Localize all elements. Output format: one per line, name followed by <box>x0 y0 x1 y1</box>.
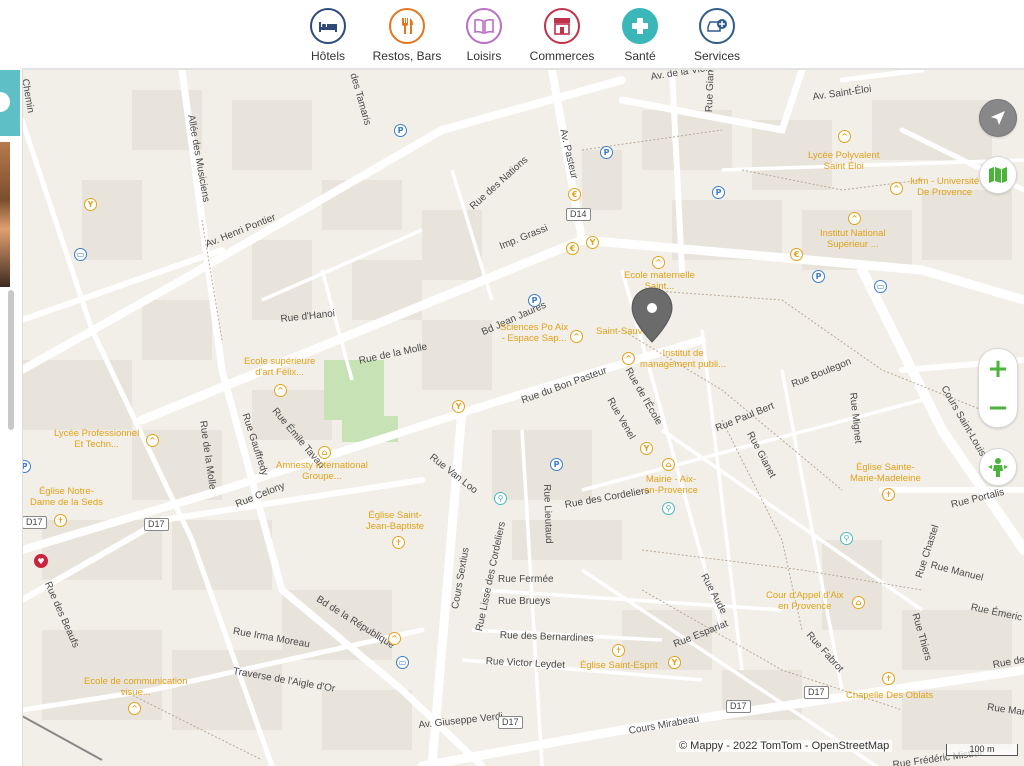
restaurant-icon[interactable]: Y <box>586 236 599 249</box>
parking-icon[interactable]: P <box>528 294 541 307</box>
map-layers-icon <box>989 167 1007 183</box>
road-shield: D17 <box>726 700 751 713</box>
euro-icon[interactable]: € <box>568 188 581 201</box>
poi-label[interactable]: Lycée Polyvalent Saint Éloi <box>808 150 879 172</box>
shop-heart-icon[interactable]: ♥ <box>34 554 48 568</box>
category-label: Services <box>693 49 740 63</box>
map-style-button[interactable] <box>979 156 1017 194</box>
restaurant-icon[interactable]: Y <box>84 198 97 211</box>
location-pin-icon[interactable] <box>628 286 676 348</box>
panel-photo <box>0 142 10 287</box>
road-shield: D14 <box>566 208 591 221</box>
school-icon[interactable]: ^ <box>388 632 401 645</box>
school-icon[interactable]: ^ <box>128 702 141 715</box>
church-icon[interactable]: ✝ <box>54 514 67 527</box>
compass-arrow-icon <box>991 111 1005 125</box>
road-shield: D17 <box>804 686 829 699</box>
school-icon[interactable]: ^ <box>274 384 287 397</box>
parking-icon[interactable]: P <box>550 458 563 471</box>
restaurant-icon[interactable]: Y <box>668 656 681 669</box>
road-shield: D17 <box>144 518 169 531</box>
church-icon[interactable]: ✝ <box>392 536 405 549</box>
fork-knife-icon <box>389 8 425 44</box>
poi-label[interactable]: Ecole supérieure d'art Félix... <box>244 356 315 378</box>
road-shield: D17 <box>498 716 523 729</box>
poi-label[interactable]: Mairie - Aix- en-Provence <box>644 474 698 496</box>
school-icon[interactable]: ^ <box>848 212 861 225</box>
street-label: Rue Fermée <box>498 574 554 585</box>
left-panel-edge <box>0 0 23 766</box>
poi-label[interactable]: Église Saint-Esprit <box>580 660 658 671</box>
street-label: Rue Lieutaud <box>541 484 555 544</box>
parking-icon[interactable]: P <box>394 124 407 137</box>
poi-label[interactable]: Lycée Professionnel Et Techn... <box>54 428 139 450</box>
school-icon[interactable]: ^ <box>146 434 159 447</box>
category-services[interactable]: Services <box>669 8 765 63</box>
poi-label[interactable]: Église Sainte- Marie-Madeleine <box>850 462 921 484</box>
school-icon[interactable]: ^ <box>652 256 665 269</box>
road-shield: D17 <box>22 516 47 529</box>
restaurant-icon[interactable]: Y <box>452 400 465 413</box>
euro-icon[interactable]: € <box>790 248 803 261</box>
locate-button[interactable] <box>979 99 1017 137</box>
street-label: Rue Gianotti <box>704 70 717 113</box>
car-plus-icon <box>699 8 735 44</box>
poi-label[interactable]: Cour d'Appel d'Aix en Provence <box>766 590 844 612</box>
poi-label[interactable]: Chapelle Des Oblats <box>846 690 933 701</box>
health-icon[interactable]: ⚲ <box>840 532 853 545</box>
poi-label[interactable]: Ecole de communication visue... <box>84 676 188 698</box>
panel-scrollbar[interactable] <box>8 290 14 430</box>
panel-tab[interactable] <box>0 70 20 136</box>
museum-icon[interactable]: ⌂ <box>852 596 865 609</box>
health-icon[interactable]: ⚲ <box>662 502 675 515</box>
map-canvas[interactable]: Chemin Allée des Musiciens des Tamaris Av. … <box>22 70 1024 766</box>
poi-label[interactable]: Église Notre- Dame de la Seds <box>30 486 103 508</box>
museum-icon[interactable]: ⌂ <box>318 446 331 459</box>
church-icon[interactable]: ✝ <box>882 672 895 685</box>
poi-label[interactable]: Amnesty International Groupe... <box>276 460 368 482</box>
zoom-in-button[interactable]: + <box>979 349 1017 388</box>
shop-icon <box>544 8 580 44</box>
school-icon[interactable]: ^ <box>622 352 635 365</box>
bus-stop-icon[interactable]: ▭ <box>74 248 87 261</box>
restaurant-icon[interactable]: Y <box>640 442 653 455</box>
book-icon <box>466 8 502 44</box>
poi-label[interactable]: Iufm - Université De Provence <box>910 176 979 198</box>
cross-icon <box>622 8 658 44</box>
school-icon[interactable]: ^ <box>570 330 583 343</box>
category-bar: Hôtels Restos, Bars Loisirs Commerces Sa… <box>22 0 1024 70</box>
parking-icon[interactable]: P <box>600 146 613 159</box>
health-icon[interactable]: ⚲ <box>494 492 507 505</box>
museum-icon[interactable]: ⌂ <box>662 458 675 471</box>
bed-icon <box>310 8 346 44</box>
church-icon[interactable]: ✝ <box>612 644 625 657</box>
zoom-control: + − <box>978 348 1018 428</box>
school-icon[interactable]: ^ <box>838 130 851 143</box>
school-icon[interactable]: ^ <box>890 182 903 195</box>
map-attribution: © Mappy - 2022 TomTom - OpenStreetMap <box>676 740 893 752</box>
parking-icon[interactable]: P <box>712 186 725 199</box>
bus-stop-icon[interactable]: ▭ <box>396 656 409 669</box>
poi-label[interactable]: Église Saint- Jean-Baptiste <box>366 510 424 532</box>
pegman-icon <box>988 458 1008 477</box>
church-icon[interactable]: ✝ <box>882 488 895 501</box>
poi-label[interactable]: Institut National Supérieur ... <box>820 228 885 250</box>
parking-icon[interactable]: P <box>812 270 825 283</box>
poi-label[interactable]: Sciences Po Aix - Espace Sap... <box>500 322 568 344</box>
poi-label[interactable]: Institut de management publi... <box>640 348 726 370</box>
euro-icon[interactable]: € <box>566 242 579 255</box>
street-label: Rue Brueys <box>498 596 551 607</box>
scale-bar: 100 m <box>946 744 1018 756</box>
bus-stop-icon[interactable]: ▭ <box>874 280 887 293</box>
street-view-button[interactable] <box>979 448 1017 486</box>
zoom-out-button[interactable]: − <box>979 388 1017 427</box>
